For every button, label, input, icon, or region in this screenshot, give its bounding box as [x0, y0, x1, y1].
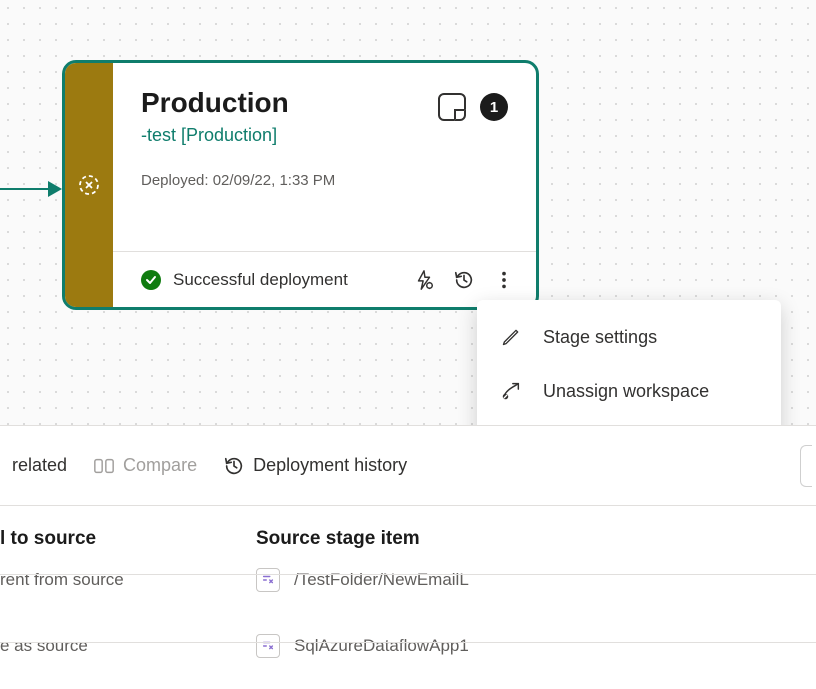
deployment-history-button[interactable]	[444, 260, 484, 300]
toolbar-deployment-history[interactable]: Deployment history	[223, 455, 407, 477]
lower-panel: related Compare Deployment history l to …	[0, 425, 816, 689]
toolbar-related[interactable]: related	[12, 455, 67, 476]
menu-item-label: Unassign workspace	[543, 381, 709, 402]
row-divider	[0, 574, 816, 575]
history-icon	[453, 269, 475, 291]
row-divider	[0, 642, 816, 643]
column-header-source-item: Source stage item	[256, 528, 469, 550]
list-item[interactable]: e as source	[0, 626, 256, 666]
more-vertical-icon	[493, 269, 515, 291]
history-icon	[223, 455, 245, 477]
deployment-rules-button[interactable]	[404, 260, 444, 300]
production-stage-card[interactable]: Production -test [Production] 1 Deployed…	[62, 60, 539, 310]
sync-error-icon	[77, 173, 101, 197]
list-item[interactable]: SqlAzureDataflowApp1	[256, 626, 469, 666]
list-item[interactable]: /TestFolder/NewEmailL	[256, 560, 469, 600]
compare-icon	[93, 456, 115, 476]
comparison-toolbar: related Compare Deployment history	[0, 426, 816, 506]
stage-status-bar	[65, 63, 113, 307]
stage-workspace-name[interactable]: -test [Production]	[141, 125, 438, 146]
items-count-badge[interactable]: 1	[480, 93, 508, 121]
unassign-icon	[500, 380, 522, 402]
dataflow-icon	[256, 634, 280, 658]
success-check-icon	[141, 270, 161, 290]
stage-deployed-timestamp: Deployed: 02/09/22, 1:33 PM	[113, 146, 536, 189]
list-item[interactable]: rent from source	[0, 560, 256, 600]
lightning-gear-icon	[413, 269, 435, 291]
menu-stage-settings[interactable]: Stage settings	[477, 310, 781, 364]
pencil-icon	[501, 327, 521, 347]
stage-title: Production	[141, 87, 438, 119]
column-header-compared: l to source	[0, 528, 256, 550]
note-icon[interactable]	[438, 93, 466, 121]
dataflow-icon	[256, 568, 280, 592]
stage-connector-arrow	[0, 188, 60, 190]
toolbar-compare: Compare	[93, 455, 197, 476]
more-options-button[interactable]	[484, 260, 524, 300]
stage-body: Production -test [Production] 1 Deployed…	[113, 63, 536, 307]
right-edge-control[interactable]	[800, 445, 812, 487]
menu-unassign-workspace[interactable]: Unassign workspace	[477, 364, 781, 418]
deployment-status-text: Successful deployment	[173, 270, 404, 290]
menu-item-label: Stage settings	[543, 327, 657, 348]
